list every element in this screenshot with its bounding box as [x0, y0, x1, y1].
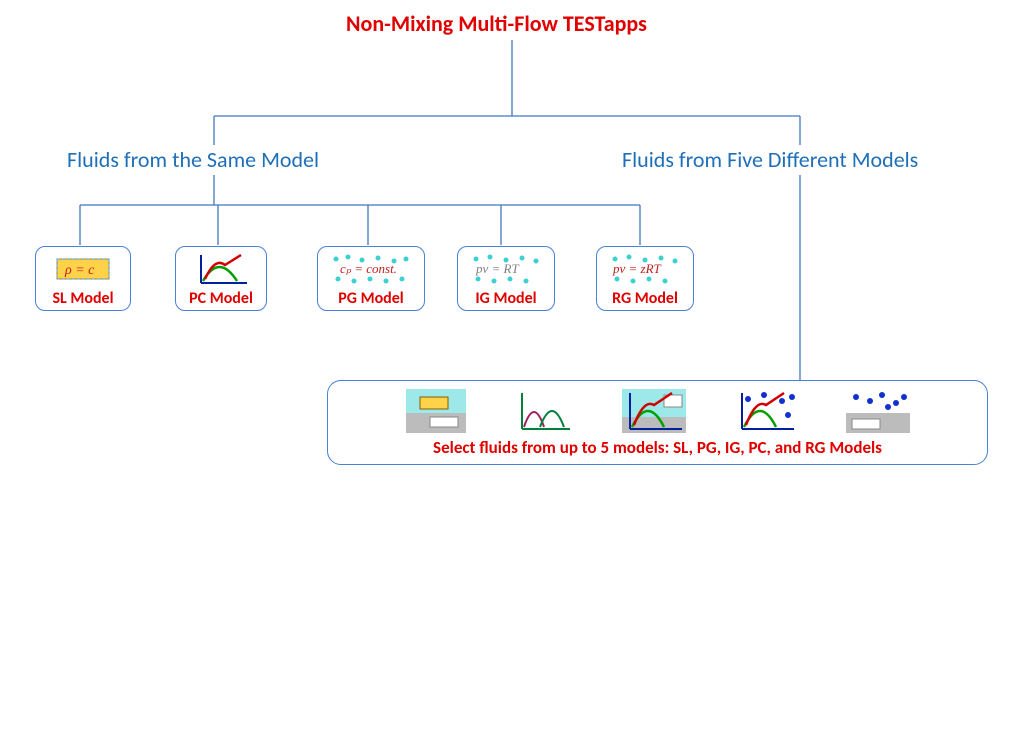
multi-icon-ig	[846, 389, 910, 433]
multi-icon-pg	[514, 389, 574, 433]
multi-icon-sl	[406, 389, 466, 433]
pg-model-label: PG Model	[338, 289, 403, 308]
rg-icon: pv = zRT	[607, 251, 683, 287]
pc-icon	[191, 251, 251, 287]
pc-model-label: PC Model	[189, 289, 253, 308]
rg-model-label: RG Model	[612, 289, 678, 308]
ig-icon: pv = RT	[468, 251, 544, 287]
model-box-sl[interactable]: ρ = c SL Model	[35, 246, 131, 311]
multi-model-label: Select fluids from up to 5 models: SL, P…	[433, 437, 882, 458]
sl-formula: ρ = c	[64, 263, 95, 278]
branch-same-model: Fluids from the Same Model	[67, 146, 319, 173]
sl-model-label: SL Model	[52, 289, 113, 308]
branch-five-models: Fluids from Five Different Models	[622, 146, 918, 173]
page-title: Non-Mixing Multi-Flow TESTapps	[346, 10, 647, 37]
rg-formula: pv = zRT	[612, 261, 662, 276]
tree-connectors	[0, 0, 1024, 731]
model-box-ig[interactable]: pv = RT IG Model	[457, 246, 555, 311]
pg-icon: cₚ = const.	[328, 251, 414, 287]
sl-icon: ρ = c	[49, 251, 117, 287]
model-box-pg[interactable]: cₚ = const. PG Model	[317, 246, 425, 311]
ig-model-label: IG Model	[475, 289, 536, 308]
model-box-pc[interactable]: PC Model	[175, 246, 267, 311]
ig-formula: pv = RT	[475, 261, 519, 276]
pg-formula: cₚ = const.	[340, 261, 397, 276]
model-box-rg[interactable]: pv = zRT RG Model	[596, 246, 694, 311]
multi-icon-rg	[734, 389, 798, 433]
multi-model-box[interactable]: Select fluids from up to 5 models: SL, P…	[327, 380, 988, 465]
multi-icon-pc	[622, 389, 686, 433]
